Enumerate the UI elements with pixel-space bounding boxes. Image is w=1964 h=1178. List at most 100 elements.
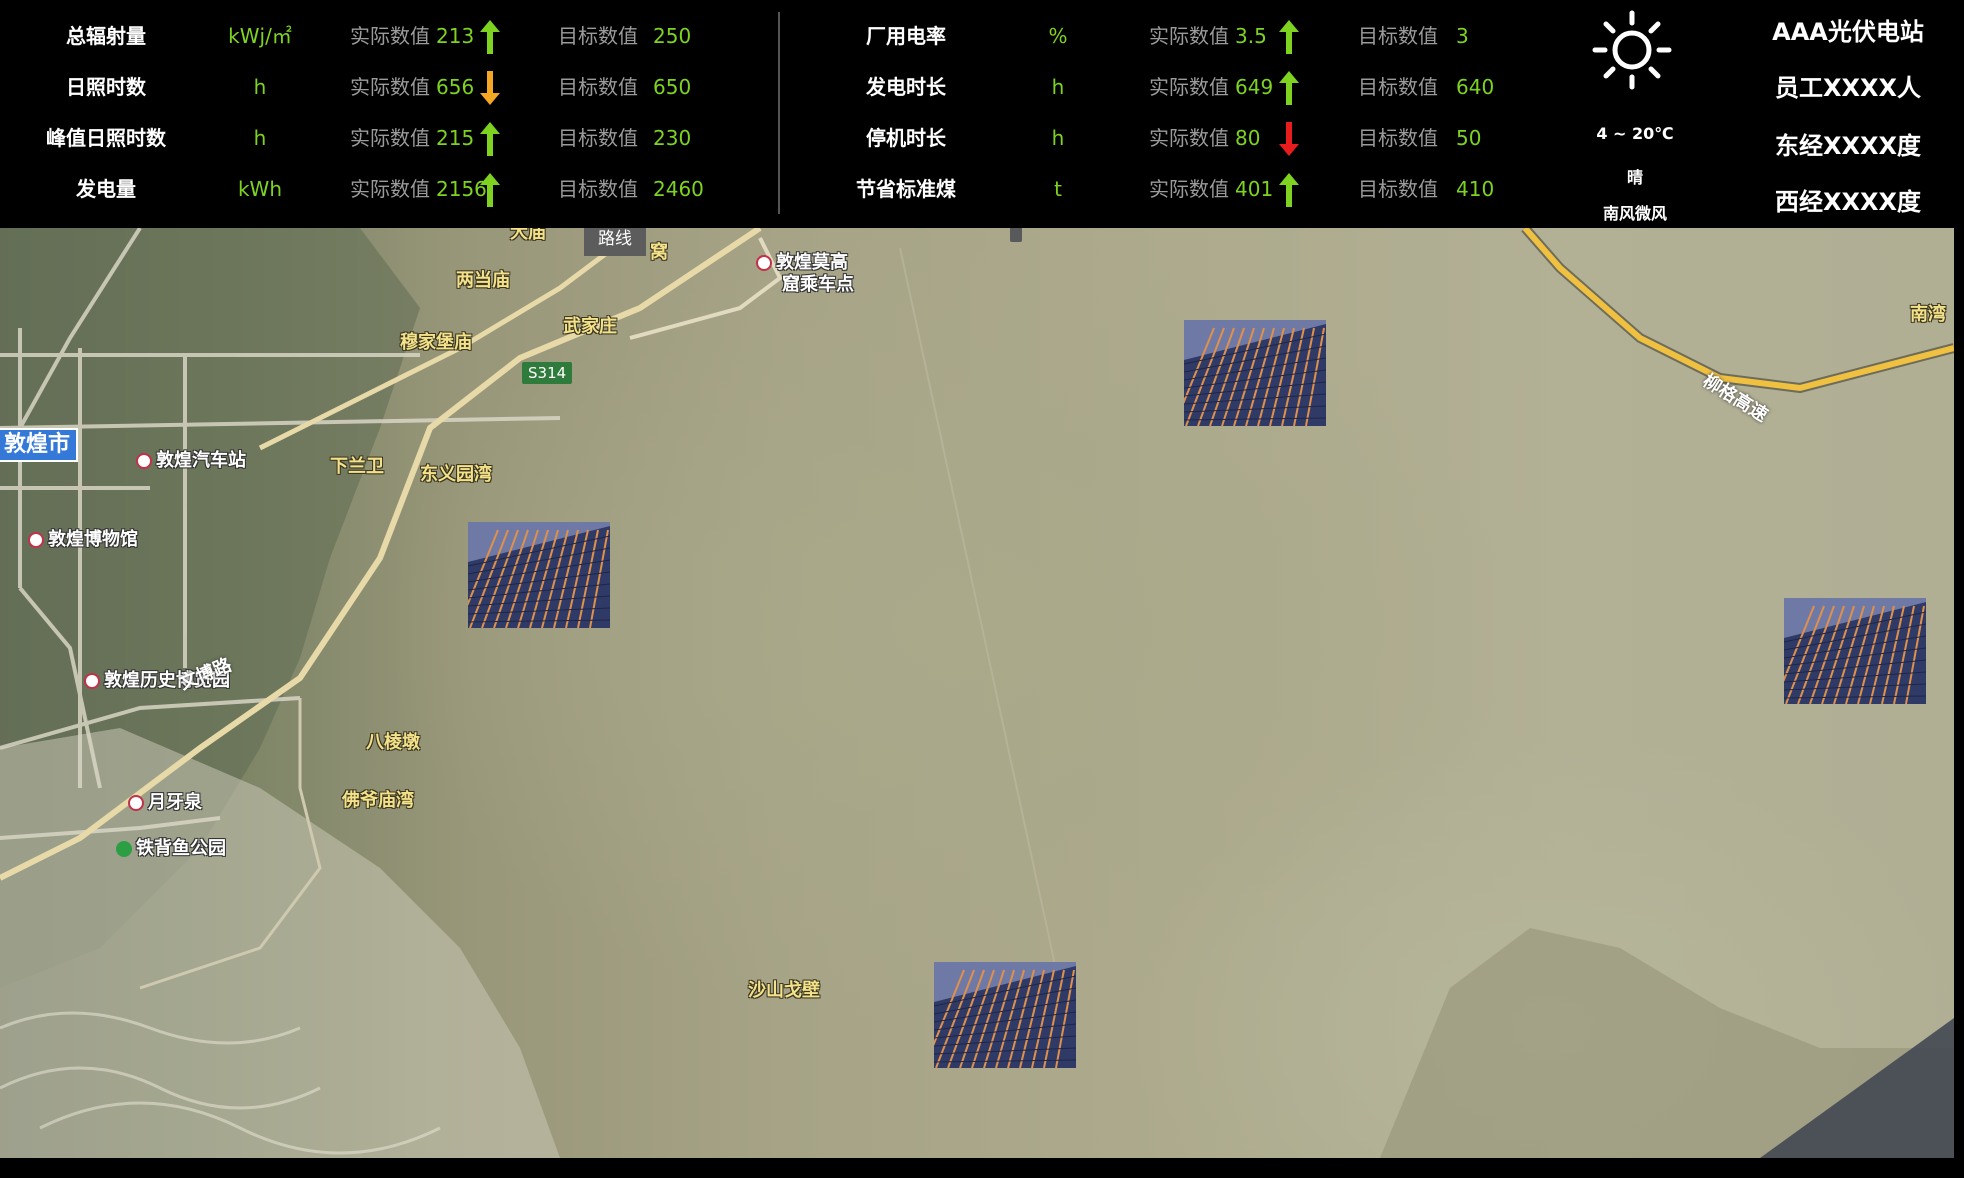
metric-actual-value: 80 [1235,126,1261,150]
solar-panel-icon [468,522,610,628]
metric-target-label: 目标数值 [558,24,638,48]
park-icon [116,841,132,857]
place-mujiabaomiao: 穆家堡庙 [400,332,472,353]
arrow-up-icon [1279,173,1299,207]
station-west-longitude: 西经XXXX度 [1774,188,1921,216]
poi-tiebeiyu-park[interactable]: 铁背鱼公园 [116,834,226,860]
station-east-longitude: 东经XXXX度 [1774,132,1921,160]
place-foyemiaowan: 佛爷庙湾 [342,790,414,811]
arrow-up-icon [1279,20,1299,54]
metric-target-label: 目标数值 [1358,75,1438,99]
metric-unit: h [253,75,267,99]
metric-unit: h [1051,75,1065,99]
metric-unit: h [1051,126,1065,150]
metric-actual-label: 实际数值 [350,75,430,99]
solar-farm-marker[interactable] [934,962,1076,1068]
metric-label: 峰值日照时数 [46,126,166,150]
place-wujiazhuang: 武家庄 [563,316,617,337]
metric-unit: % [1048,24,1068,48]
metric-actual-value: 213 [436,24,475,48]
road-number-badge: S314 [522,362,573,384]
metric-actual-label: 实际数值 [350,177,430,201]
metric-actual-value: 3.5 [1235,24,1267,48]
place-xialanwei: 下兰卫 [330,456,384,477]
metric-target-label: 目标数值 [1358,24,1438,48]
museum-icon [84,673,100,689]
metric-actual-value: 401 [1235,177,1274,201]
arrow-up-icon [1279,71,1299,105]
metric-actual-label: 实际数值 [1149,126,1229,150]
metric-target-label: 目标数值 [1358,177,1438,201]
poi-mogao-pickup-line1: 敦煌莫高 [776,252,848,273]
right-border [1954,0,1964,1178]
arrow-up-icon [480,122,500,156]
metric-label: 发电时长 [866,75,946,99]
metric-target-value: 3 [1456,24,1469,48]
metric-target-label: 目标数值 [558,177,638,201]
metric-actual-value: 649 [1235,75,1274,99]
poi-mogao-pickup[interactable]: 敦煌莫高 窟乘车点 [756,252,854,296]
metric-label: 停机时长 [866,126,946,150]
metric-actual-label: 实际数值 [350,24,430,48]
metric-actual-label: 实际数值 [350,126,430,150]
weather-condition: 晴 [1626,168,1643,187]
poi-crescent-spring-label: 月牙泉 [148,792,202,813]
solar-farm-marker[interactable] [1184,320,1326,426]
poi-museum[interactable]: 敦煌博物馆 [28,525,138,551]
metric-actual-label: 实际数值 [1149,177,1229,201]
metric-actual-label: 实际数值 [1149,24,1229,48]
bus-station-icon [136,453,152,469]
scenic-spot-icon [128,795,144,811]
solar-farm-marker[interactable] [468,522,610,628]
poi-tiebeiyu-park-label: 铁背鱼公园 [136,838,226,859]
metric-unit: t [1054,177,1062,201]
poi-museum-label: 敦煌博物馆 [48,529,138,550]
place-shashangebi: 沙山戈壁 [748,980,820,1001]
metric-unit: h [253,126,267,150]
poi-bus-station-label: 敦煌汽车站 [156,450,246,471]
satellite-map[interactable]: 路线 大庙 窝 两当庙 穆家堡庙 武家庄 S314 下兰卫 东义园湾 八棱墩 佛… [0,228,1954,1158]
arrow-up-icon [480,20,500,54]
station-name: AAA光伏电站 [1772,18,1924,46]
route-button[interactable]: 路线 [584,228,646,256]
metric-label: 节省标准煤 [856,177,956,201]
metric-actual-label: 实际数值 [1149,75,1229,99]
metric-target-value: 410 [1456,177,1495,201]
metric-label: 厂用电率 [866,24,946,48]
weather-wind: 南风微风 [1602,204,1667,223]
city-badge[interactable]: 敦煌市 [0,428,79,462]
dashboard-header: 总辐射量 kWj/㎡ 实际数值 213 目标数值 250 日照时数 h 实际数值 656 目标数值 6… [0,0,1954,228]
solar-panel-icon [934,962,1076,1068]
metric-actual-value: 215 [436,126,475,150]
metric-actual-value: 656 [436,75,475,99]
solar-farm-marker[interactable] [1784,598,1926,704]
panel-divider [778,12,780,214]
metric-target-value: 650 [653,75,692,99]
metric-target-label: 目标数值 [558,75,638,99]
metric-label: 日照时数 [66,75,146,99]
sun-icon [1592,10,1672,90]
weather-panel: 4 ~ 20℃ 晴 南风微风 [1560,0,1710,228]
station-staff: 员工XXXX人 [1774,74,1921,102]
poi-bus-station[interactable]: 敦煌汽车站 [136,446,246,472]
metric-label: 总辐射量 [66,24,146,48]
place-nanwan: 南湾 [1910,304,1946,325]
place-balengdun: 八棱墩 [366,732,420,753]
solar-panel-icon [1784,598,1926,704]
metric-target-label: 目标数值 [1358,126,1438,150]
bottom-border [0,1158,1964,1178]
metric-unit: kWh [237,177,283,201]
museum-icon [28,532,44,548]
metric-unit: kWj/㎡ [228,24,292,48]
place-tianmiao: 大庙 [510,228,546,243]
solar-panel-icon [1184,320,1326,426]
arrow-up-icon [480,173,500,207]
weather-temperature: 4 ~ 20℃ [1596,124,1674,143]
metric-target-value: 2460 [653,177,704,201]
poi-mogao-pickup-line2: 窟乘车点 [782,274,854,295]
metric-target-value: 230 [653,126,692,150]
poi-crescent-spring[interactable]: 月牙泉 [128,788,202,814]
metric-label: 发电量 [76,177,136,201]
pickup-point-icon [756,255,772,271]
arrow-down-icon [1279,122,1299,156]
